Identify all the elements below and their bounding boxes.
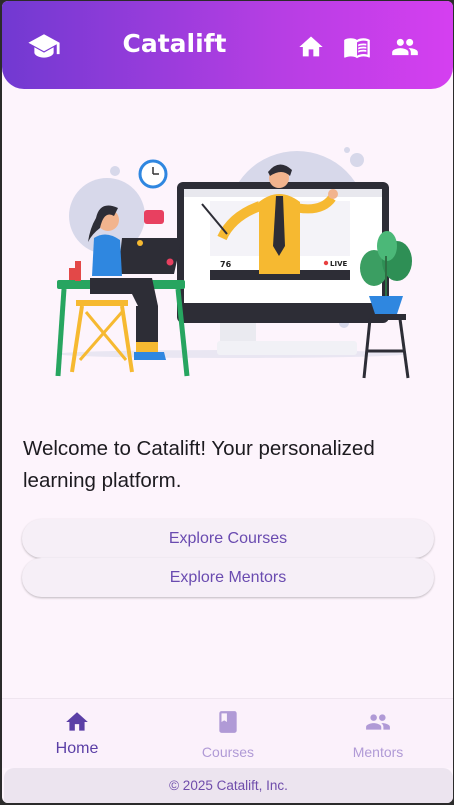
live-label: LIVE — [330, 260, 347, 268]
explore-courses-button[interactable]: Explore Courses — [22, 519, 434, 558]
footer-copyright: © 2025 Catalift, Inc. — [4, 768, 453, 803]
people-icon[interactable] — [391, 33, 419, 61]
app-screen: Catalift 76 LIVE Welcome to Catalift! Yo… — [2, 1, 453, 803]
welcome-text: Welcome to Catalift! Your personalized l… — [23, 437, 375, 492]
explore-mentors-button[interactable]: Explore Mentors — [22, 558, 434, 597]
app-bar: Catalift — [2, 1, 453, 89]
viewers-count: 76 — [220, 260, 232, 269]
nav-label-mentors: Mentors — [352, 744, 404, 760]
home-icon — [66, 712, 88, 731]
nav-label-home: Home — [55, 740, 99, 757]
app-title: Catalift — [122, 29, 227, 58]
hero-illustration: 76 LIVE — [55, 147, 412, 379]
nav-label-courses: Courses — [201, 744, 255, 760]
book-open-icon[interactable] — [343, 33, 371, 61]
nav-item-mentors[interactable]: Mentors — [303, 699, 453, 769]
people-icon — [366, 714, 390, 730]
home-icon[interactable] — [297, 33, 325, 61]
book-icon — [219, 711, 237, 733]
bottom-navigation: Home Courses Mentors — [2, 698, 453, 768]
nav-item-courses[interactable]: Courses — [153, 699, 303, 769]
nav-item-home[interactable]: Home — [2, 699, 152, 769]
